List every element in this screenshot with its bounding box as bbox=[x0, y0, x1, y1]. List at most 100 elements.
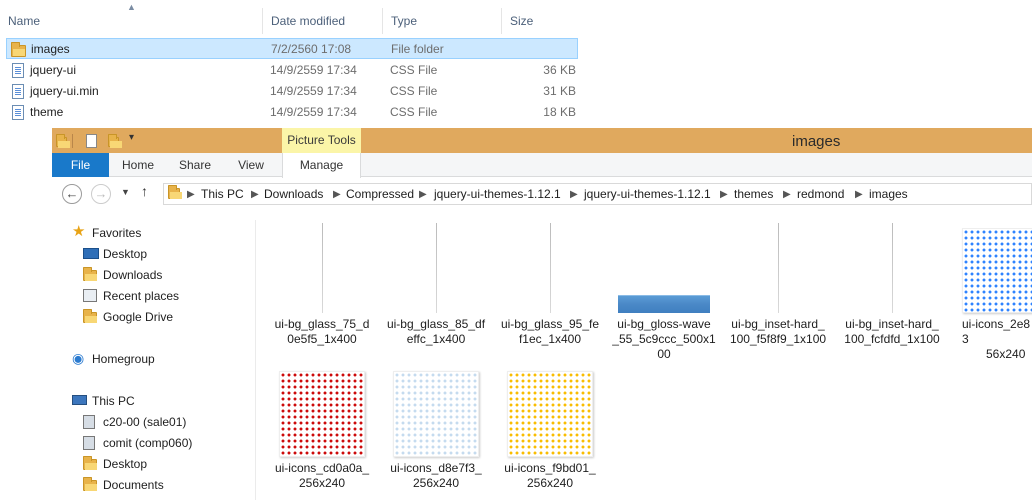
network-drive-icon bbox=[83, 436, 95, 450]
nav-label: This PC bbox=[92, 394, 135, 408]
tab-share[interactable]: Share bbox=[167, 153, 223, 177]
homegroup-icon: ◉ bbox=[72, 350, 85, 366]
file-item-icons-f9bd01[interactable]: ui-icons_f9bd01_ 256x240 bbox=[493, 371, 607, 491]
file-label: ui-bg_gloss-wave _55_5c9ccc_500x1 00 bbox=[612, 317, 716, 361]
up-arrow-icon[interactable]: ↑ bbox=[141, 183, 148, 199]
new-folder-icon[interactable] bbox=[108, 134, 122, 148]
nav-label: Recent places bbox=[103, 289, 180, 303]
file-label: ui-icons_2e83 56x240 bbox=[962, 317, 1031, 361]
file-label: ui-bg_glass_75_d 0e5f5_1x400 bbox=[274, 317, 370, 346]
column-header-type[interactable]: Type bbox=[383, 8, 502, 34]
column-header-size[interactable]: Size bbox=[502, 8, 585, 34]
network-drive-icon bbox=[83, 415, 95, 429]
css-file-icon bbox=[10, 63, 25, 78]
file-date: 14/9/2559 17:34 bbox=[270, 84, 357, 98]
column-header-name[interactable]: Name bbox=[0, 8, 263, 34]
column-header-row: ▲ Name Date modified Type Size bbox=[0, 2, 585, 34]
file-row-theme[interactable]: theme 14/9/2559 17:34 CSS File 18 KB bbox=[6, 102, 578, 123]
file-name: theme bbox=[30, 105, 64, 119]
breadcrumb-this-pc[interactable]: This PC bbox=[201, 184, 244, 205]
breadcrumb-separator[interactable]: ▶ bbox=[251, 184, 259, 205]
file-item-icons-d8e7f3[interactable]: ui-icons_d8e7f3_ 256x240 bbox=[379, 371, 493, 491]
file-row-jquery-ui[interactable]: jquery-ui 14/9/2559 17:34 CSS File 36 KB bbox=[6, 60, 578, 81]
computer-icon bbox=[72, 395, 87, 405]
address-bar[interactable]: ▶ This PC ▶ Downloads ▶ Compressed ▶ jqu… bbox=[163, 183, 1032, 205]
picture-tools-context-tab: Picture Tools bbox=[282, 128, 361, 153]
tab-view[interactable]: View bbox=[225, 153, 277, 177]
breadcrumb-separator[interactable]: ▶ bbox=[783, 184, 791, 205]
file-item-glass-85[interactable]: ui-bg_glass_85_df effc_1x400 bbox=[379, 223, 493, 347]
file-item-glass-75[interactable]: ui-bg_glass_75_d 0e5f5_1x400 bbox=[265, 223, 379, 347]
recent-places-icon bbox=[83, 289, 97, 302]
downloads-folder-icon bbox=[83, 267, 99, 282]
nav-label: Desktop bbox=[103, 247, 148, 261]
folder-icon bbox=[56, 134, 70, 148]
tab-file[interactable]: File bbox=[52, 153, 109, 177]
image-thumbnail bbox=[891, 223, 893, 313]
breadcrumb-jquery-ui-themes[interactable]: jquery-ui-themes-1.12.1 bbox=[434, 184, 561, 205]
star-icon: ★ bbox=[72, 223, 86, 240]
breadcrumb-separator[interactable]: ▶ bbox=[187, 184, 195, 205]
file-item-gloss-wave[interactable]: ui-bg_gloss-wave _55_5c9ccc_500x1 00 bbox=[607, 223, 721, 362]
file-label: ui-bg_inset-hard_ 100_f5f8f9_1x100 bbox=[729, 317, 827, 346]
file-type: File folder bbox=[391, 42, 444, 56]
breadcrumb-separator[interactable]: ▶ bbox=[855, 184, 863, 205]
icon-sheet-thumbnail bbox=[393, 371, 479, 457]
file-label: ui-icons_d8e7f3_ 256x240 bbox=[390, 461, 482, 490]
breadcrumb-separator[interactable]: ▶ bbox=[570, 184, 578, 205]
file-date: 14/9/2559 17:34 bbox=[270, 63, 357, 77]
css-file-icon bbox=[10, 84, 25, 99]
navigation-pane: ★ Favorites Desktop Downloads Recent pla… bbox=[52, 220, 256, 500]
file-row-jquery-ui-min[interactable]: jquery-ui.min 14/9/2559 17:34 CSS File 3… bbox=[6, 81, 578, 102]
file-label: ui-icons_f9bd01_ 256x240 bbox=[504, 461, 596, 490]
file-item-inset-hard-f5f8f9[interactable]: ui-bg_inset-hard_ 100_f5f8f9_1x100 bbox=[721, 223, 835, 347]
google-drive-folder-icon bbox=[83, 309, 99, 324]
file-size: 31 KB bbox=[543, 84, 576, 98]
properties-icon[interactable] bbox=[86, 134, 97, 148]
explorer-window: ▾ Picture Tools images File Home Share V… bbox=[52, 128, 1032, 500]
breadcrumb-jquery-ui-themes-inner[interactable]: jquery-ui-themes-1.12.1 bbox=[584, 184, 711, 205]
file-type: CSS File bbox=[390, 63, 438, 77]
tab-home[interactable]: Home bbox=[111, 153, 165, 177]
customize-toolbar-icon[interactable]: ▾ bbox=[129, 132, 134, 143]
file-label: ui-bg_inset-hard_ 100_fcfdfd_1x100 bbox=[844, 317, 940, 346]
breadcrumb-separator[interactable]: ▶ bbox=[419, 184, 427, 205]
details-file-list: ▲ Name Date modified Type Size images 7/… bbox=[0, 0, 585, 125]
file-item-glass-95[interactable]: ui-bg_glass_95_fe f1ec_1x400 bbox=[493, 223, 607, 347]
breadcrumb-separator[interactable]: ▶ bbox=[720, 184, 728, 205]
nav-label: Desktop bbox=[103, 457, 148, 471]
window-title: images bbox=[792, 133, 841, 150]
nav-label: c20-00 (sale01) bbox=[103, 415, 187, 429]
back-button[interactable]: ← bbox=[62, 184, 82, 204]
icon-sheet-thumbnail bbox=[507, 371, 593, 457]
breadcrumb-images[interactable]: images bbox=[869, 184, 908, 205]
icon-sheet-thumbnail bbox=[279, 371, 365, 457]
file-name: jquery-ui.min bbox=[30, 84, 99, 98]
title-bar[interactable]: ▾ Picture Tools images bbox=[52, 128, 1032, 153]
file-name: images bbox=[31, 42, 70, 56]
file-date: 14/9/2559 17:34 bbox=[270, 105, 357, 119]
css-file-icon bbox=[10, 105, 25, 120]
nav-label: Homegroup bbox=[92, 352, 155, 366]
file-size: 36 KB bbox=[543, 63, 576, 77]
file-item-inset-hard-fcfdfd[interactable]: ui-bg_inset-hard_ 100_fcfdfd_1x100 bbox=[835, 223, 949, 347]
desktop-folder-icon bbox=[83, 456, 99, 471]
breadcrumb-redmond[interactable]: redmond bbox=[797, 184, 844, 205]
breadcrumb-compressed[interactable]: Compressed bbox=[346, 184, 414, 205]
image-thumbnail bbox=[549, 223, 551, 313]
breadcrumb-separator[interactable]: ▶ bbox=[333, 184, 341, 205]
nav-label: Google Drive bbox=[103, 310, 174, 324]
documents-folder-icon bbox=[83, 477, 99, 492]
tab-manage[interactable]: Manage bbox=[282, 153, 361, 178]
file-size: 18 KB bbox=[543, 105, 576, 119]
column-header-date[interactable]: Date modified bbox=[263, 8, 383, 34]
file-row-images[interactable]: images 7/2/2560 17:08 File folder bbox=[6, 38, 578, 59]
file-item-icons-cd0a0a[interactable]: ui-icons_cd0a0a_ 256x240 bbox=[265, 371, 379, 491]
recent-locations-icon[interactable]: ▼ bbox=[121, 187, 130, 197]
breadcrumb-downloads[interactable]: Downloads bbox=[264, 184, 323, 205]
file-item-icons-2e83ff[interactable]: ui-icons_2e83 56x240 bbox=[949, 228, 1032, 362]
breadcrumb-themes[interactable]: themes bbox=[734, 184, 773, 205]
forward-button[interactable]: → bbox=[91, 184, 111, 204]
image-thumbnail bbox=[435, 223, 437, 313]
folder-icon bbox=[11, 42, 26, 57]
